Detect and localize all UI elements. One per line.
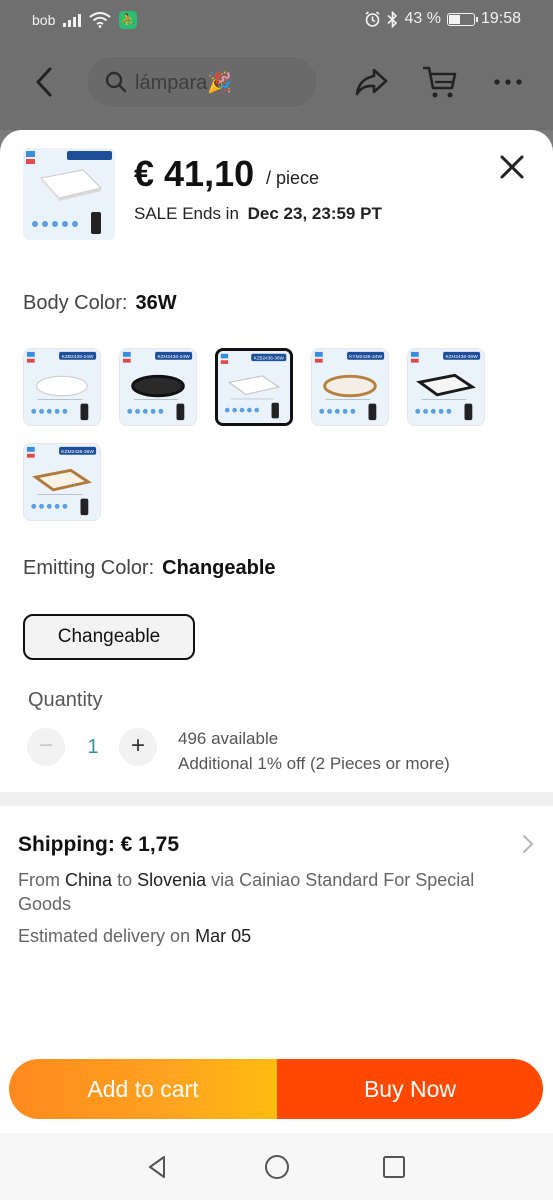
section-divider — [0, 792, 553, 806]
carrier-label: bob — [32, 12, 56, 28]
wifi-icon — [89, 12, 111, 28]
close-icon[interactable] — [497, 152, 527, 182]
swatch-tag: KZM2436-36W — [61, 449, 94, 455]
nav-back-icon[interactable] — [144, 1153, 172, 1181]
more-options-icon[interactable] — [488, 62, 528, 102]
battery-icon — [446, 12, 478, 26]
share-icon[interactable] — [352, 62, 392, 102]
body-color-option-2[interactable]: KZH2436-24W — [119, 348, 197, 426]
available-count: 496 available — [178, 729, 279, 748]
body-color-options: KZB2436-24W KZH2436-24W KZB2436-36W KYM2… — [23, 348, 503, 521]
body-color-option-5[interactable]: KZH2436-36W — [407, 348, 485, 426]
bulk-discount: Additional 1% off (2 Pieces or more) — [178, 754, 450, 773]
chevron-right-icon[interactable] — [520, 834, 536, 854]
product-thumbnail — [23, 148, 115, 240]
to-word: to — [117, 870, 133, 890]
quantity-decrease-button[interactable]: − — [27, 728, 65, 766]
shipping-title[interactable]: Shipping: € 1,75 — [18, 833, 179, 857]
buy-now-button[interactable]: Buy Now — [277, 1059, 543, 1119]
emitting-color-option-changeable[interactable]: Changeable — [23, 614, 195, 660]
price: € 41,10 — [134, 153, 255, 194]
body-color-option-6[interactable]: KZM2436-36W — [23, 443, 101, 521]
shipping-origin: China — [65, 870, 113, 890]
body-color-row: Body Color: 36W — [23, 292, 177, 315]
alarm-icon — [365, 10, 380, 27]
estimated-delivery: Estimated delivery on Mar 05 — [18, 926, 251, 947]
fitness-app-icon: ⛹ — [119, 11, 138, 29]
emitting-color-label: Emitting Color: — [23, 557, 155, 579]
back-arrow-icon[interactable] — [30, 66, 58, 98]
quantity-label: Quantity — [28, 689, 103, 711]
shipping-route: From China to Slovenia via Cainiao Stand… — [18, 868, 488, 916]
clock: 19:58 — [480, 10, 521, 27]
app-header: lámpara🎉 — [0, 40, 553, 130]
status-bar: bob ⛹ 43 % 19:58 — [0, 0, 553, 40]
shipping-destination: Slovenia — [137, 870, 207, 890]
emitting-color-value: Changeable — [162, 557, 276, 579]
bluetooth-icon — [387, 10, 398, 28]
signal-icon — [63, 13, 82, 27]
quantity-increase-button[interactable]: + — [119, 728, 157, 766]
eta-prefix: Estimated delivery on — [18, 926, 191, 946]
swatch-tag: KZH2436-24W — [158, 354, 191, 360]
swatch-tag: KZB2436-36W — [254, 356, 285, 361]
body-color-option-4[interactable]: KYM2436-24W — [311, 348, 389, 426]
emitting-color-row: Emitting Color: Changeable — [23, 557, 276, 580]
sale-prefix: SALE Ends in — [134, 204, 239, 223]
search-icon — [105, 71, 127, 93]
sku-selector-sheet: € 41,10 / piece SALE Ends in Dec 23, 23:… — [0, 130, 553, 1133]
nav-recents-icon[interactable] — [380, 1153, 408, 1181]
swatch-tag: KZB2436-24W — [62, 354, 94, 360]
eta-date: Mar 05 — [195, 926, 252, 946]
sale-countdown: SALE Ends in Dec 23, 23:59 PT — [134, 204, 382, 224]
body-color-label: Body Color: — [23, 292, 128, 314]
cart-icon[interactable] — [420, 62, 460, 102]
nav-home-icon[interactable] — [263, 1153, 291, 1181]
sale-end-date: Dec 23, 23:59 PT — [247, 204, 382, 223]
search-input[interactable]: lámpara🎉 — [86, 56, 318, 108]
battery-percent: 43 % — [404, 10, 441, 27]
swatch-tag: KYM2436-24W — [349, 354, 382, 360]
add-to-cart-button[interactable]: Add to cart — [9, 1059, 277, 1119]
body-color-option-3[interactable]: KZB2436-36W — [215, 348, 293, 426]
body-color-value: 36W — [135, 292, 177, 314]
system-navigation-bar — [0, 1133, 553, 1200]
price-unit: / piece — [266, 168, 320, 188]
body-color-option-1[interactable]: KZB2436-24W — [23, 348, 101, 426]
from-word: From — [18, 870, 60, 890]
swatch-tag: KZH2436-36W — [446, 354, 479, 360]
quantity-value[interactable]: 1 — [84, 736, 102, 759]
search-query: lámpara🎉 — [135, 71, 233, 94]
stock-info: 496 available Additional 1% off (2 Piece… — [178, 726, 450, 776]
